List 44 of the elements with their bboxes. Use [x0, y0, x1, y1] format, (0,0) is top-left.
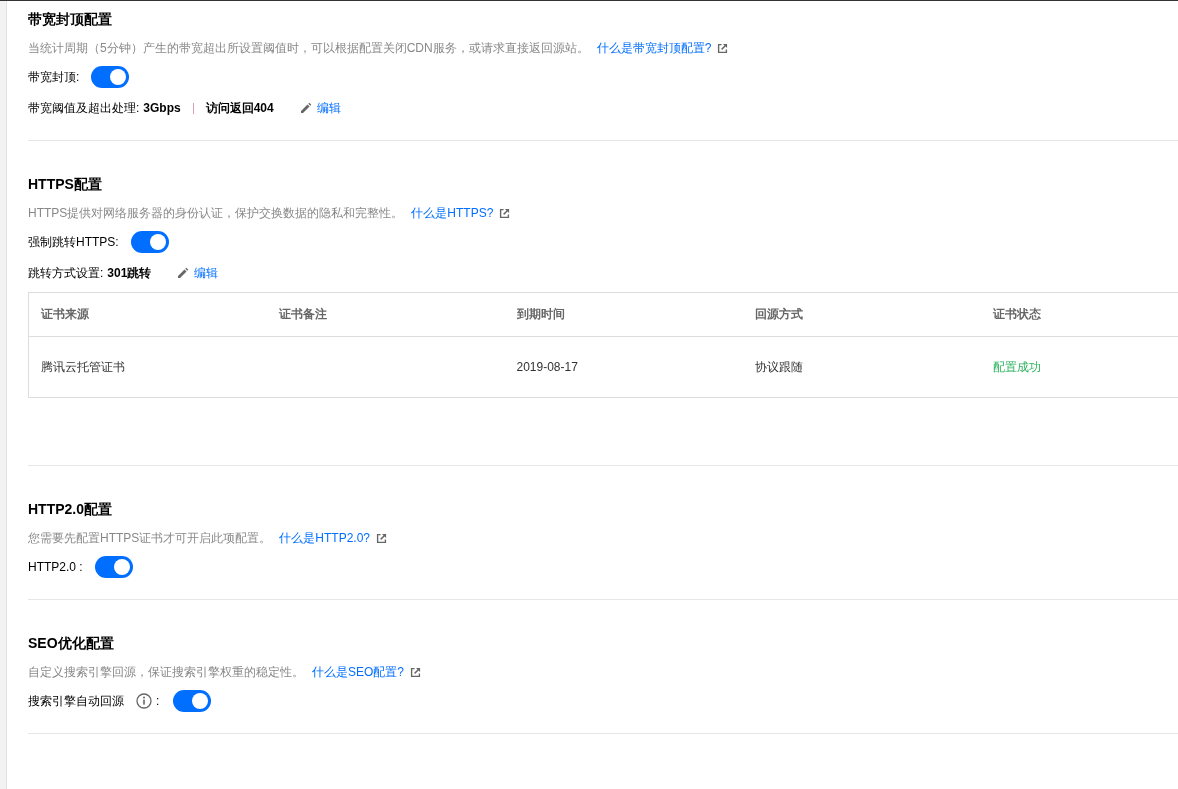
setting-value: 访问返回404	[205, 99, 274, 117]
pencil-icon	[177, 267, 190, 279]
toggle-label: HTTP2.0 :	[28, 560, 83, 574]
toggle-switch[interactable]	[130, 231, 169, 253]
external-link-icon	[717, 42, 729, 54]
toggle-label: 强制跳转HTTPS:	[28, 233, 119, 251]
status-text: 配置成功	[992, 359, 1041, 374]
external-link-icon	[499, 207, 511, 219]
column-header: 证书状态	[980, 292, 1178, 337]
help-link[interactable]: 什么是HTTP2.0?	[279, 529, 371, 547]
toggle-switch[interactable]	[91, 66, 130, 88]
setting-label: 跳转方式设置:	[28, 264, 104, 282]
section-title: 带宽封顶配置	[28, 10, 113, 28]
column-header: 回源方式	[742, 292, 981, 337]
info-icon	[136, 693, 152, 709]
pencil-icon	[299, 102, 312, 114]
setting-value: 301跳转	[107, 264, 152, 282]
toggle-switch[interactable]	[173, 690, 212, 712]
column-header: 证书来源	[28, 292, 267, 337]
external-link-icon	[410, 666, 421, 678]
table-cell: 腾讯云托管证书	[28, 336, 267, 398]
section-title: SEO优化配置	[28, 634, 115, 652]
table-cell: 协议跟随	[742, 336, 981, 398]
toggle-switch[interactable]	[94, 556, 133, 578]
column-header: 证书备注	[266, 292, 505, 337]
section-description: HTTPS提供对网络服务器的身份认证，保护交换数据的隐私和完整性。	[28, 205, 404, 222]
section-description: 您需要先配置HTTPS证书才可开启此项配置。	[28, 530, 272, 547]
edit-link[interactable]: 编辑	[177, 264, 219, 282]
section-description: 当统计周期（5分钟）产生的带宽超出所设置阈值时，可以根据配置关闭CDN服务，或请求直接返回源站。	[28, 40, 589, 57]
help-link[interactable]: 什么是SEO配置?	[312, 663, 404, 681]
external-link-icon	[376, 532, 388, 544]
toggle-label: 带宽封顶:	[28, 68, 80, 86]
edit-link[interactable]: 编辑	[299, 99, 341, 117]
section-description: 自定义搜索引擎回源，保证搜索引擎权重的稳定性。	[28, 664, 304, 681]
section-title: HTTP2.0配置	[28, 500, 113, 518]
column-header: 到期时间	[504, 292, 743, 337]
help-link[interactable]: 什么是HTTPS?	[411, 204, 494, 222]
section-title: HTTPS配置	[28, 175, 103, 193]
table-cell: 2019-08-17	[504, 336, 743, 398]
setting-value: 3Gbps	[143, 101, 181, 115]
colon-text: :	[156, 694, 160, 708]
help-link[interactable]: 什么是带宽封顶配置?	[596, 39, 712, 57]
setting-label: 带宽阈值及超出处理:	[28, 99, 140, 117]
toggle-label: 搜索引擎自动回源	[28, 692, 124, 710]
